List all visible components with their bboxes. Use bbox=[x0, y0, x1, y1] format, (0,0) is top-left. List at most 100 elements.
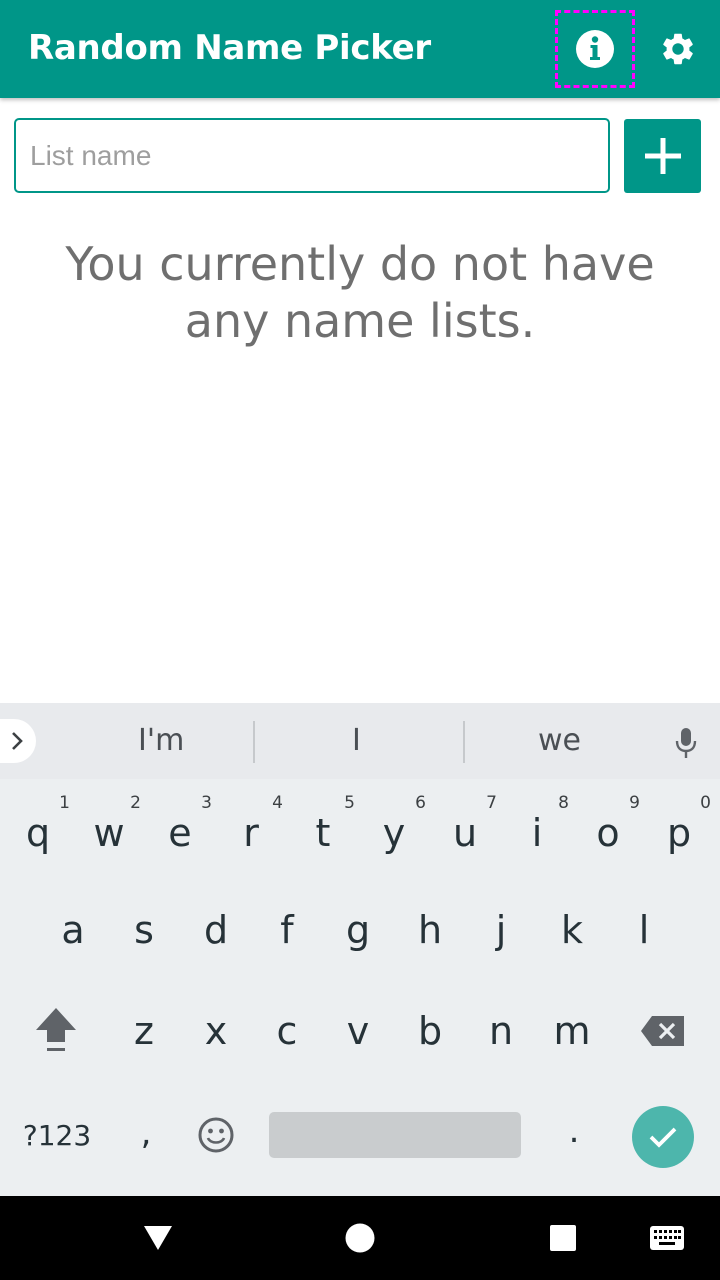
key-letter: b bbox=[417, 1009, 443, 1053]
key-number-hint: 0 bbox=[700, 793, 711, 813]
key-letter: o bbox=[596, 811, 620, 855]
key-letter: y bbox=[382, 811, 406, 855]
period-key[interactable]: . bbox=[556, 1111, 592, 1151]
key-letter: q bbox=[25, 811, 51, 855]
home-circle-icon bbox=[345, 1223, 375, 1253]
key-x[interactable]: x bbox=[181, 981, 251, 1077]
key-r[interactable]: r 4 bbox=[216, 779, 286, 875]
info-button[interactable] bbox=[555, 10, 635, 88]
app-title: Random Name Picker bbox=[28, 28, 431, 68]
add-list-button[interactable] bbox=[624, 119, 701, 193]
soft-keyboard: I'm I we q 1 w 2 e 3 r 4 t 5 y 6 u 7 i 8… bbox=[0, 703, 720, 1196]
key-number-hint: 8 bbox=[558, 793, 569, 813]
key-m[interactable]: m bbox=[537, 981, 607, 1077]
key-letter: t bbox=[315, 811, 331, 855]
backspace-key[interactable] bbox=[630, 1003, 696, 1059]
symbols-key[interactable]: ?123 bbox=[10, 1119, 104, 1159]
key-f[interactable]: f bbox=[252, 880, 322, 976]
expand-toolbar-button[interactable] bbox=[0, 719, 36, 763]
key-number-hint: 5 bbox=[344, 793, 355, 813]
checkmark-icon bbox=[649, 1127, 677, 1148]
enter-key[interactable] bbox=[632, 1106, 694, 1168]
key-letter: m bbox=[553, 1009, 591, 1053]
key-q[interactable]: q 1 bbox=[3, 779, 73, 875]
key-g[interactable]: g bbox=[323, 880, 393, 976]
gear-icon bbox=[663, 33, 693, 65]
key-y[interactable]: y 6 bbox=[359, 779, 429, 875]
key-letter: d bbox=[203, 908, 229, 952]
suggestion-bar: I'm I we bbox=[0, 703, 720, 779]
key-number-hint: 2 bbox=[130, 793, 141, 813]
shift-icon bbox=[36, 1008, 76, 1051]
back-triangle-icon bbox=[144, 1226, 172, 1250]
key-letter: f bbox=[280, 908, 294, 952]
key-letter: w bbox=[93, 811, 125, 855]
key-b[interactable]: b bbox=[395, 981, 465, 1077]
key-letter: h bbox=[417, 908, 443, 952]
key-v[interactable]: v bbox=[323, 981, 393, 1077]
suggestion-divider bbox=[253, 721, 255, 763]
key-number-hint: 7 bbox=[486, 793, 497, 813]
key-number-hint: 6 bbox=[415, 793, 426, 813]
key-number-hint: 3 bbox=[201, 793, 212, 813]
key-z[interactable]: z bbox=[109, 981, 179, 1077]
chevron-right-icon bbox=[12, 732, 23, 750]
key-h[interactable]: h bbox=[395, 880, 465, 976]
key-letter: n bbox=[488, 1009, 514, 1053]
key-d[interactable]: d bbox=[181, 880, 251, 976]
shift-key[interactable] bbox=[20, 998, 92, 1062]
info-icon bbox=[576, 30, 614, 68]
key-k[interactable]: k bbox=[537, 880, 607, 976]
suggestion-2[interactable]: I bbox=[352, 723, 361, 758]
plus-icon bbox=[644, 138, 681, 174]
keyboard-switch-button[interactable] bbox=[645, 1216, 689, 1260]
key-letter: x bbox=[204, 1009, 228, 1053]
voice-input-button[interactable] bbox=[668, 721, 704, 765]
key-letter: i bbox=[531, 811, 543, 855]
app-bar: Random Name Picker bbox=[0, 0, 720, 98]
key-number-hint: 4 bbox=[272, 793, 283, 813]
space-bar[interactable] bbox=[269, 1112, 521, 1158]
keyboard-icon bbox=[650, 1226, 684, 1250]
key-letter: a bbox=[61, 908, 85, 952]
comma-key[interactable]: , bbox=[126, 1113, 166, 1153]
key-c[interactable]: c bbox=[252, 981, 322, 1077]
system-nav-bar bbox=[0, 1196, 720, 1280]
key-number-hint: 9 bbox=[629, 793, 640, 813]
suggestion-divider bbox=[463, 721, 465, 763]
key-letter: l bbox=[638, 908, 650, 952]
suggestion-3[interactable]: we bbox=[538, 723, 581, 758]
recents-button[interactable] bbox=[539, 1214, 587, 1262]
key-letter: g bbox=[345, 908, 371, 952]
key-letter: c bbox=[276, 1009, 298, 1053]
key-a[interactable]: a bbox=[38, 880, 108, 976]
home-button[interactable] bbox=[336, 1214, 384, 1262]
key-n[interactable]: n bbox=[466, 981, 536, 1077]
key-l[interactable]: l bbox=[609, 880, 679, 976]
settings-button[interactable] bbox=[650, 20, 706, 78]
key-letter: v bbox=[346, 1009, 370, 1053]
key-i[interactable]: i 8 bbox=[502, 779, 572, 875]
key-letter: k bbox=[560, 908, 583, 952]
emoji-key[interactable] bbox=[194, 1113, 238, 1157]
key-j[interactable]: j bbox=[466, 880, 536, 976]
key-w[interactable]: w 2 bbox=[74, 779, 144, 875]
key-letter: s bbox=[134, 908, 154, 952]
suggestion-1[interactable]: I'm bbox=[138, 723, 184, 758]
key-letter: z bbox=[134, 1009, 154, 1053]
key-t[interactable]: t 5 bbox=[288, 779, 358, 875]
key-number-hint: 1 bbox=[59, 793, 70, 813]
key-u[interactable]: u 7 bbox=[430, 779, 500, 875]
microphone-icon bbox=[675, 728, 697, 758]
key-letter: r bbox=[243, 811, 259, 855]
key-p[interactable]: p 0 bbox=[644, 779, 714, 875]
key-letter: e bbox=[168, 811, 192, 855]
smiley-icon bbox=[198, 1117, 234, 1153]
backspace-icon bbox=[641, 1016, 684, 1046]
key-o[interactable]: o 9 bbox=[573, 779, 643, 875]
key-s[interactable]: s bbox=[109, 880, 179, 976]
key-letter: j bbox=[495, 908, 507, 952]
list-name-input[interactable] bbox=[14, 118, 610, 193]
key-e[interactable]: e 3 bbox=[145, 779, 215, 875]
back-button[interactable] bbox=[134, 1214, 182, 1262]
